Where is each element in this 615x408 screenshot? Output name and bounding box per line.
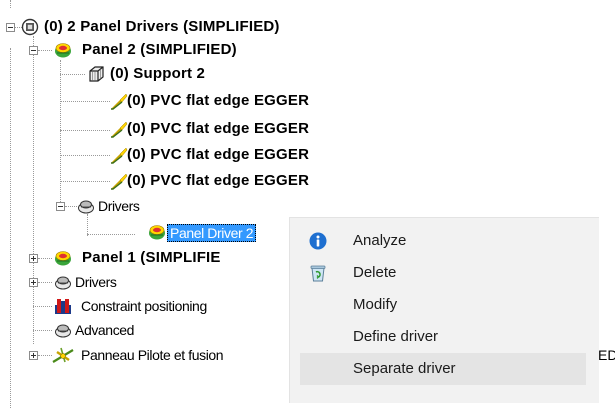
tree-node-label[interactable]: (0) Support 2 [108, 65, 207, 83]
recycle-bin-icon [309, 264, 327, 282]
tree-guide-line [60, 74, 85, 75]
tree-node-label[interactable]: Drivers [73, 273, 119, 291]
collapse-toggle[interactable] [56, 202, 65, 211]
clipped-label-tail: ED [598, 347, 615, 363]
expand-toggle[interactable] [29, 351, 38, 360]
menu-item-delete[interactable]: Delete [290, 257, 586, 289]
constraint-icon [54, 297, 72, 315]
menu-item-separate-driver[interactable]: Separate driver [300, 353, 586, 385]
expand-toggle[interactable] [29, 278, 38, 287]
drivers-folder-icon [77, 197, 95, 215]
tree-guide-line [38, 355, 52, 356]
menu-item-label: Analyze [353, 232, 407, 249]
pilot-fusion-icon [52, 346, 74, 364]
tree-guide-line [10, 0, 11, 8]
tree-guide-line [38, 282, 52, 283]
tree-guide-line [60, 181, 110, 182]
context-menu: Analyze Delete Modify Define driver Sepa… [289, 217, 599, 403]
box-wireframe-icon [87, 65, 105, 83]
tree-node-label[interactable]: Panel 2 (SIMPLIFIED) [80, 41, 239, 59]
drivers-folder-icon [54, 321, 72, 339]
tree-guide-line [33, 306, 52, 307]
tree-node-label[interactable]: Drivers [96, 197, 142, 215]
menu-item-define-driver[interactable]: Define driver [290, 321, 586, 353]
menu-item-label: Modify [353, 296, 398, 313]
menu-item-analyze[interactable]: Analyze [290, 225, 586, 257]
menu-item-modify[interactable]: Modify [290, 289, 586, 321]
tree-node-label[interactable]: (0) PVC flat edge EGGER [125, 92, 311, 110]
menu-item-label: Define driver [353, 328, 439, 345]
panel-part-icon [54, 249, 72, 267]
tree-guide-line [87, 234, 135, 235]
tree-guide-line [87, 214, 88, 236]
tree-guide-line [65, 206, 77, 207]
tree-guide-line [60, 60, 61, 206]
tree-node-label[interactable]: (0) 2 Panel Drivers (SIMPLIFIED) [42, 18, 282, 36]
tree-node-label[interactable]: (0) PVC flat edge EGGER [125, 172, 311, 190]
info-icon [309, 232, 327, 250]
collapse-toggle[interactable] [6, 23, 15, 32]
panel-part-icon [148, 223, 166, 241]
tree-guide-line [33, 36, 34, 344]
tree-node-label[interactable]: Panneau Pilote et fusion [79, 346, 225, 364]
tree-node-label[interactable]: Panel 1 (SIMPLIFIE [80, 249, 223, 267]
tree-node-label[interactable]: (0) PVC flat edge EGGER [125, 146, 311, 164]
tree-guide-line [38, 50, 52, 51]
tree-guide-line [10, 48, 11, 408]
expand-toggle[interactable] [29, 254, 38, 263]
tree-node-label-selected[interactable]: Panel Driver 2 [167, 224, 257, 242]
menu-item-label: Separate driver [353, 360, 456, 377]
tree-guide-line [60, 101, 110, 102]
tree-node-label[interactable]: Advanced [73, 321, 136, 339]
tree-node-label[interactable]: (0) PVC flat edge EGGER [125, 120, 311, 138]
collapse-toggle[interactable] [29, 46, 38, 55]
menu-item-label: Delete [353, 264, 397, 281]
panel-part-icon [54, 41, 72, 59]
tree-guide-line [60, 155, 110, 156]
tree-guide-line [38, 258, 52, 259]
drivers-folder-icon [54, 273, 72, 291]
tree-node-label[interactable]: Constraint positioning [79, 297, 209, 315]
tree-guide-line [33, 330, 52, 331]
assembly-root-icon [21, 18, 39, 36]
tree-guide-line [60, 130, 110, 131]
